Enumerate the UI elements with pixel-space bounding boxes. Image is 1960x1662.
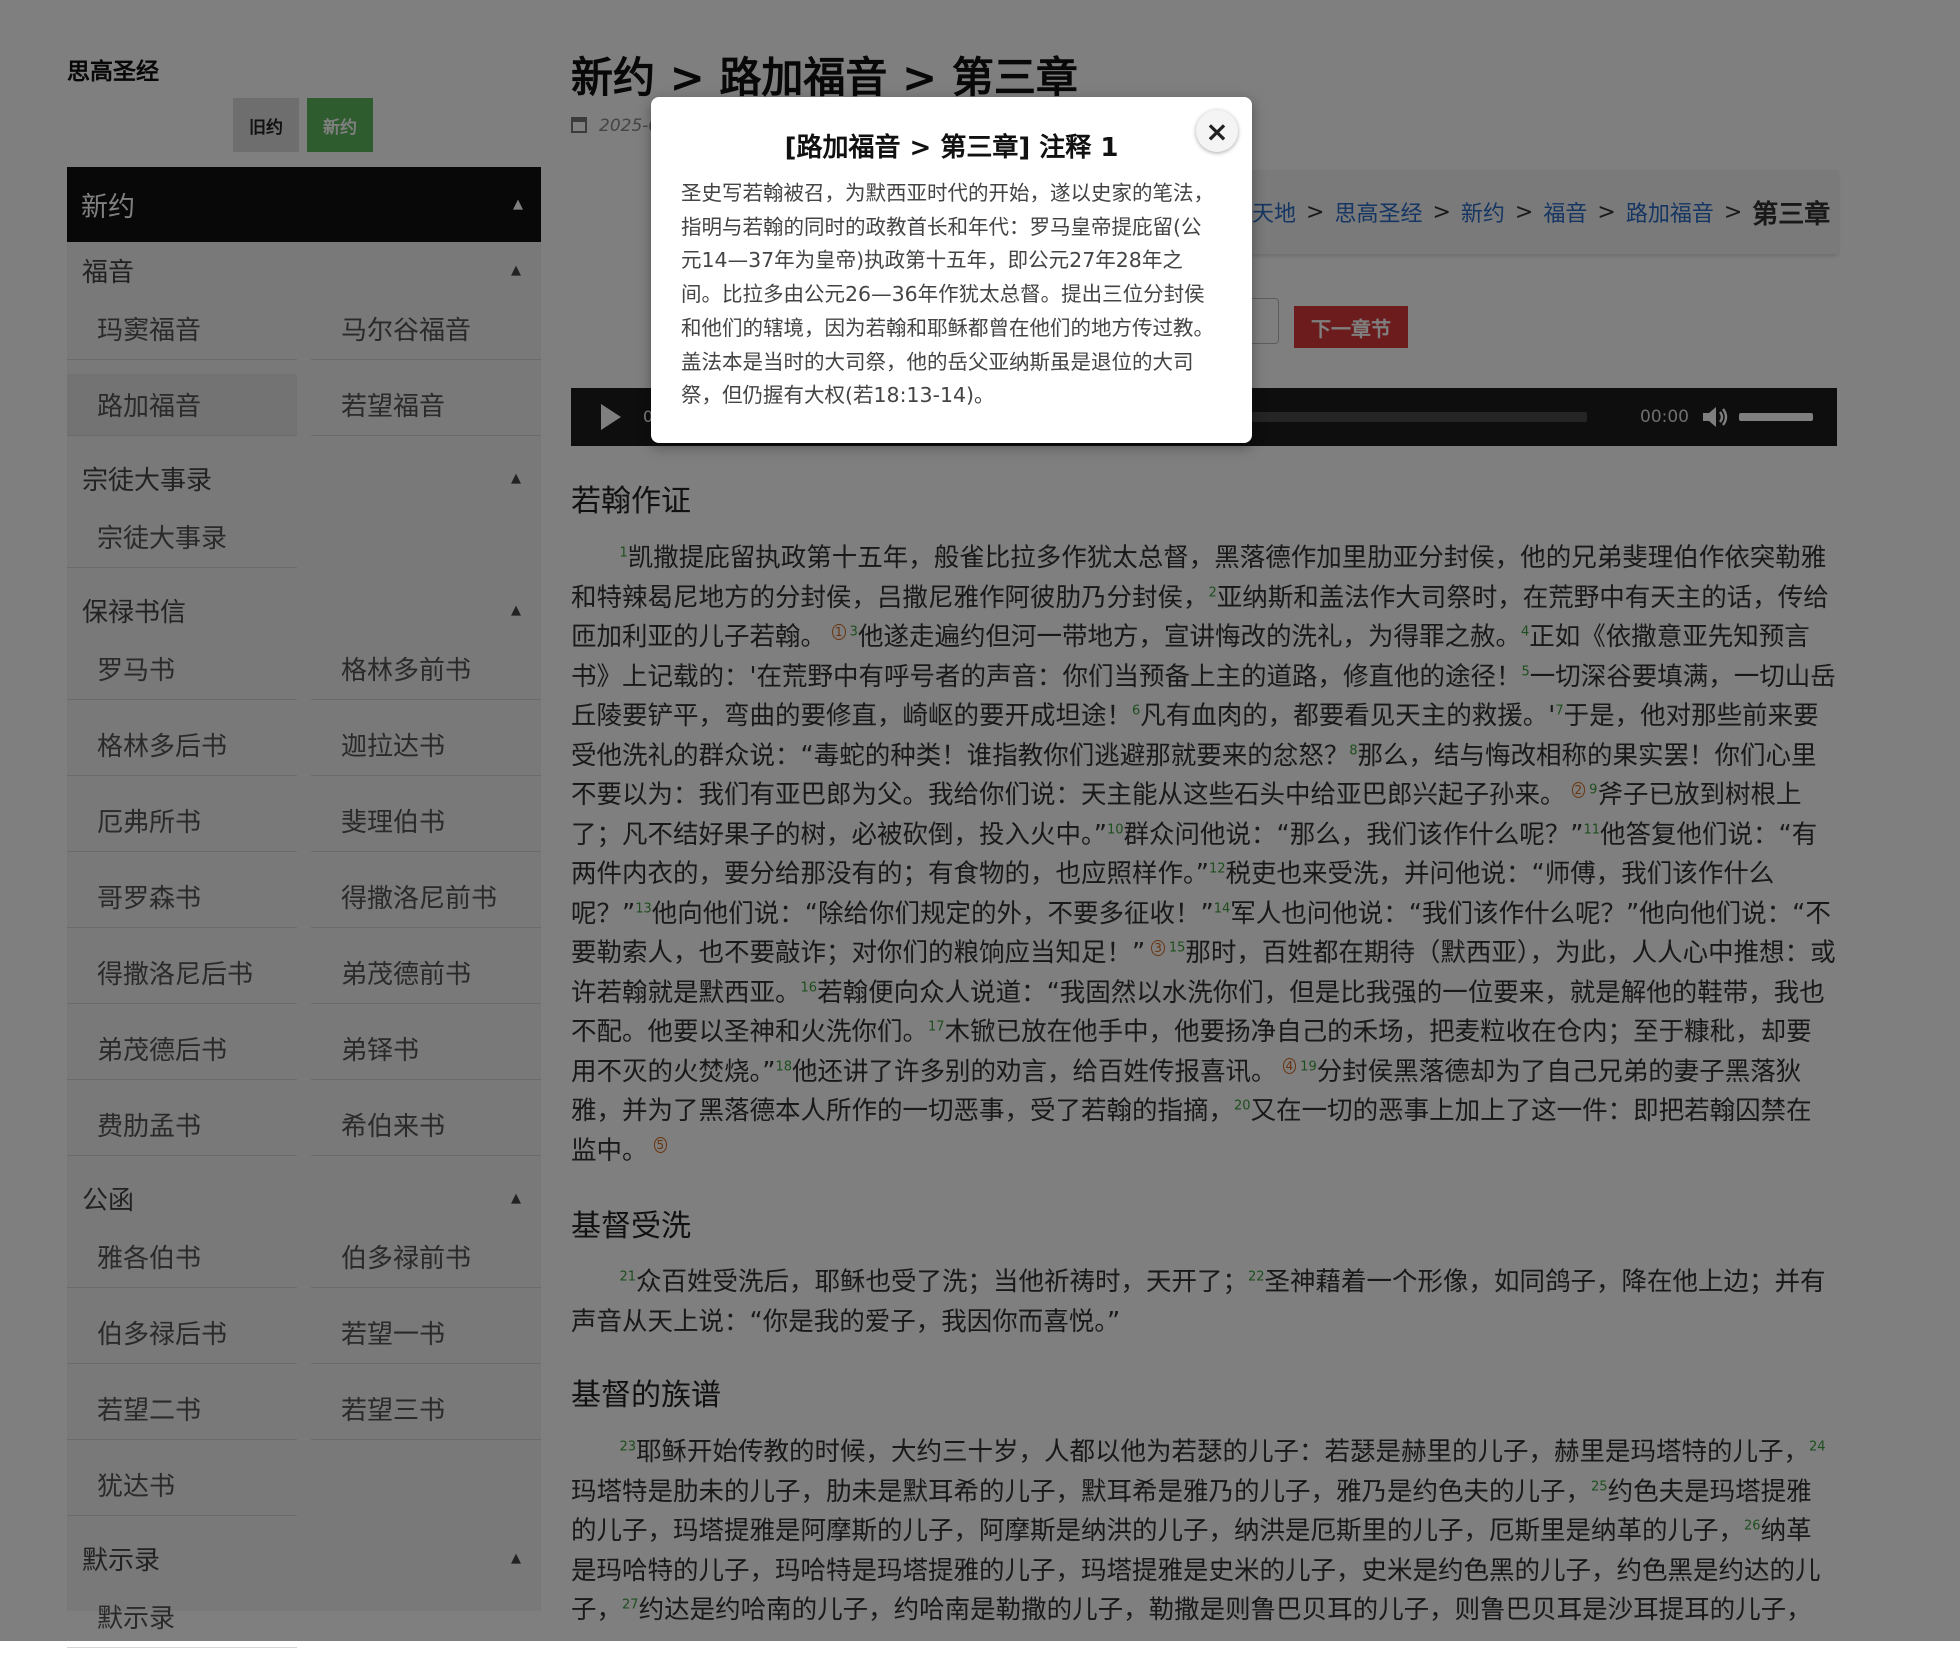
modal-body: 圣史写若翰被召，为默西亚时代的开始，遂以史家的笔法，指明与若翰的同时的政教首长和… (681, 181, 1214, 408)
close-icon[interactable]: × (1196, 110, 1238, 152)
footnote-modal: [路加福音 > 第三章] 注释 1 × 圣史写若翰被召，为默西亚时代的开始，遂以… (651, 97, 1252, 443)
page: 思高圣经 旧约 新约 新约 ▲ 福音 ▲ 玛窦福音 马尔谷福音 路加福音 若望福… (0, 0, 1960, 1648)
modal-title: [路加福音 > 第三章] 注释 1 (784, 133, 1119, 163)
